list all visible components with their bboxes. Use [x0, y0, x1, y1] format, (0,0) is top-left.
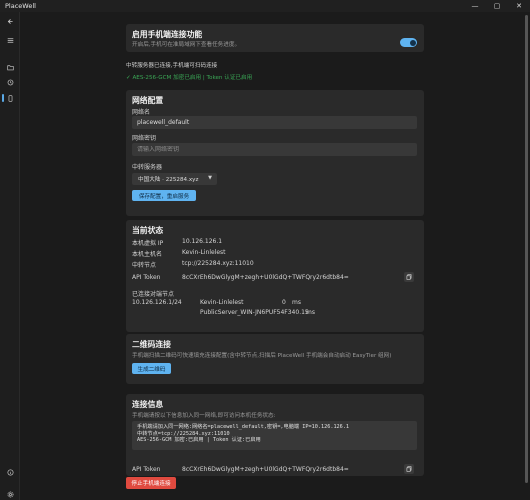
- relay-server-value: 中国大陆 · 225284.xyz: [138, 177, 199, 183]
- settings-gear-icon[interactable]: [0, 488, 20, 500]
- network-password-input[interactable]: [137, 146, 417, 153]
- connection-info-card: 连接信息 手机端请按以下信息加入同一网络,即可访问本机任务状态: 手机端请加入同…: [126, 394, 424, 476]
- app-title: PlaceWell: [5, 2, 36, 10]
- generate-qr-button[interactable]: 生成二维码: [132, 363, 171, 374]
- api-token-key: API Token: [132, 274, 161, 281]
- network-name-input[interactable]: [137, 119, 417, 126]
- check-icon: ✓: [126, 75, 131, 81]
- folder-icon[interactable]: [0, 61, 20, 73]
- connection-info-desc: 手机端请按以下信息加入同一网络,即可访问本机任务状态:: [132, 413, 276, 419]
- peer-name: Kevin-Linlelest: [200, 299, 244, 306]
- hostname-key: 本机主机名: [132, 251, 163, 258]
- back-arrow-icon[interactable]: [0, 15, 20, 27]
- relay-status-text: 中转服务器已连接,手机端可扫码连接: [126, 63, 218, 69]
- hostname-value: Kevin-Linlelest: [182, 249, 226, 256]
- peer-latency-unit: ms: [306, 309, 315, 316]
- relay-server-select[interactable]: 中国大陆 · 225284.xyz ▼: [132, 173, 217, 185]
- close-button[interactable]: ✕: [508, 0, 530, 12]
- save-config-button[interactable]: 保存配置，重启服务: [132, 190, 196, 201]
- relay-node-value: tcp://225284.xyz:11010: [182, 260, 254, 267]
- relay-server-label: 中转服务器: [132, 164, 163, 171]
- history-icon[interactable]: [0, 76, 20, 88]
- chevron-down-icon: ▼: [208, 175, 212, 181]
- encryption-status-label: AES-256-GCM 加密已启用 | Token 认证已启用: [132, 75, 253, 81]
- qr-connect-title: 二维码连接: [132, 340, 171, 349]
- peers-label: 已连接对端节点: [132, 291, 175, 298]
- menu-icon[interactable]: [0, 34, 20, 46]
- info-icon[interactable]: [0, 466, 20, 478]
- network-password-label: 网络密钥: [132, 135, 157, 142]
- conn-token-key: API Token: [132, 466, 161, 473]
- virtual-ip-value: 10.126.126.1: [182, 238, 223, 245]
- network-config-title: 网络配置: [132, 96, 164, 105]
- network-password-field[interactable]: [132, 143, 417, 156]
- mobile-enable-subtitle: 开启后,手机可在准局域网下查看任务进度。: [132, 42, 241, 48]
- relay-node-key: 中转节点: [132, 262, 157, 269]
- stop-mobile-button[interactable]: 停止手机端连接: [126, 477, 176, 489]
- current-status-card: 当前状态 本机虚拟 IP 10.126.126.1 本机主机名 Kevin-Li…: [126, 220, 424, 332]
- mobile-enable-toggle[interactable]: [400, 38, 417, 47]
- main-content: 启用手机端连接功能 开启后,手机可在准局域网下查看任务进度。 中转服务器已连接,…: [20, 12, 530, 500]
- phone-icon[interactable]: [0, 92, 20, 104]
- scrollbar[interactable]: [525, 15, 528, 483]
- mobile-enable-title: 启用手机端连接功能: [132, 30, 203, 39]
- window-controls: — ▢ ✕: [464, 0, 530, 12]
- current-status-title: 当前状态: [132, 226, 164, 235]
- copy-icon: [406, 274, 412, 280]
- copy-icon: [406, 466, 412, 472]
- copy-token-button[interactable]: [404, 272, 414, 282]
- minimize-button[interactable]: —: [464, 0, 486, 12]
- connection-info-title: 连接信息: [132, 400, 164, 409]
- api-token-value: 8cCXrEh6DwGlygM+zegh+U0lGdQ+TWFQry2r6dtb…: [182, 274, 349, 281]
- network-name-field[interactable]: [132, 116, 417, 129]
- maximize-button[interactable]: ▢: [486, 0, 508, 12]
- code-line: 手机端请加入同一网络:网络名=placewell_default,密钥=,电脑端…: [137, 424, 350, 430]
- peer-latency-unit: ms: [292, 299, 301, 306]
- code-line: AES-256-GCM 加密:已启用 | Token 认证:已启用: [137, 437, 261, 444]
- peer-name: PublicServer_WIN-JN6PUF54F340.15: [200, 309, 309, 316]
- title-bar: PlaceWell — ▢ ✕: [0, 0, 530, 12]
- qr-connect-card: 二维码连接 手机端扫描二维码可快速填充连接配置(含中转节点,扫描后 PlaceW…: [126, 334, 424, 384]
- peer-ip: 10.126.126.1/24: [132, 299, 182, 306]
- nav-rail: [0, 12, 20, 500]
- mobile-enable-card: 启用手机端连接功能 开启后,手机可在准局域网下查看任务进度。: [126, 24, 424, 52]
- qr-connect-desc: 手机端扫描二维码可快速填充连接配置(含中转节点,扫描后 PlaceWell 手机…: [132, 353, 392, 359]
- network-name-label: 网络名: [132, 109, 151, 116]
- network-config-card: 网络配置 网络名 网络密钥 中转服务器 中国大陆 · 225284.xyz ▼ …: [126, 90, 424, 216]
- virtual-ip-key: 本机虚拟 IP: [132, 240, 164, 247]
- peer-latency: 0: [282, 299, 286, 306]
- encryption-status-text: ✓ AES-256-GCM 加密已启用 | Token 认证已启用: [126, 73, 252, 81]
- copy-conn-token-button[interactable]: [404, 464, 414, 474]
- conn-token-value: 8cCXrEh6DwGlygM+zegh+U0lGdQ+TWFQry2r6dtb…: [182, 466, 349, 473]
- connection-info-code[interactable]: 手机端请加入同一网络:网络名=placewell_default,密钥=,电脑端…: [132, 421, 417, 450]
